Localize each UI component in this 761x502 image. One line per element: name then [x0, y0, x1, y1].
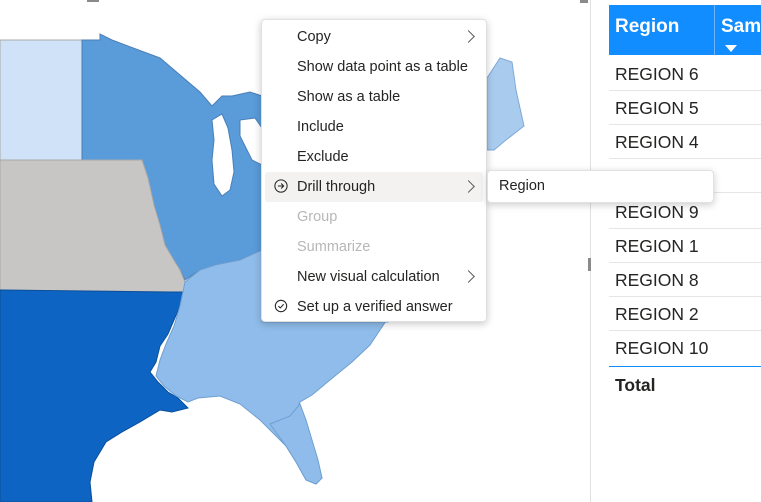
menu-item-label: Group	[297, 209, 338, 225]
map-resize-handle-corner[interactable]	[580, 0, 588, 3]
menu-item-group: Group	[265, 202, 483, 232]
total-label: Total	[615, 375, 656, 395]
region-cell: REGION 8	[615, 270, 699, 290]
check-circle-icon	[274, 299, 288, 313]
menu-item-label: Show as a table	[297, 89, 401, 105]
table-total-row: Total	[609, 366, 761, 403]
menu-item-label: New visual calculation	[297, 269, 440, 285]
table-row[interactable]: REGION 4	[609, 125, 761, 159]
menu-item-include[interactable]: Include	[265, 112, 483, 142]
menu-item-summarize: Summarize	[265, 232, 483, 262]
menu-item-show-data-point-as-table[interactable]: Show data point as a table	[265, 52, 483, 82]
menu-item-show-as-table[interactable]: Show as a table	[265, 82, 483, 112]
table-header: Region Sam	[609, 5, 761, 55]
table-visual[interactable]: Region Sam REGION 6 REGION 5 REGION 4 RE…	[609, 0, 761, 502]
region-cell: REGION 2	[615, 304, 699, 324]
region-cell: REGION 6	[615, 64, 699, 84]
context-menu: Copy Show data point as a table Show as …	[261, 19, 487, 322]
column-header-sample[interactable]: Sam	[714, 5, 761, 55]
chevron-right-icon	[462, 180, 475, 193]
map-state-arkansas-texas-louisiana[interactable]	[0, 289, 189, 502]
menu-item-label: Drill through	[297, 179, 376, 195]
map-resize-handle-right[interactable]	[588, 258, 591, 271]
column-header-region[interactable]: Region	[609, 5, 714, 55]
table-row[interactable]: REGION 5	[609, 91, 761, 125]
table-row[interactable]: REGION 1	[609, 229, 761, 263]
table-row[interactable]: REGION 8	[609, 263, 761, 297]
table-row[interactable]: REGION 6	[609, 57, 761, 91]
menu-item-label: Exclude	[297, 149, 349, 165]
region-cell: REGION 5	[615, 98, 699, 118]
menu-item-label: Show data point as a table	[297, 59, 468, 75]
menu-item-new-visual-calculation[interactable]: New visual calculation	[265, 262, 483, 292]
menu-item-label: Copy	[297, 29, 331, 45]
map-resize-handle-top[interactable]	[87, 0, 99, 2]
drill-through-submenu: Region	[487, 170, 714, 203]
menu-item-label: Set up a verified answer	[297, 299, 453, 315]
menu-item-exclude[interactable]: Exclude	[265, 142, 483, 172]
drill-through-icon	[274, 179, 288, 193]
menu-item-drill-through[interactable]: Drill through	[265, 172, 483, 202]
sort-desc-icon[interactable]	[725, 45, 737, 52]
table-row[interactable]: REGION 10	[609, 331, 761, 365]
submenu-item-region[interactable]: Region	[499, 171, 545, 202]
region-cell: REGION 1	[615, 236, 699, 256]
map-state-maine[interactable]	[486, 57, 525, 151]
chevron-right-icon	[462, 270, 475, 283]
chevron-right-icon	[462, 30, 475, 43]
menu-item-copy[interactable]: Copy	[265, 22, 483, 52]
region-cell: REGION 10	[615, 338, 709, 358]
table-row[interactable]: REGION 2	[609, 297, 761, 331]
region-cell: REGION 4	[615, 132, 699, 152]
menu-item-label: Summarize	[297, 239, 371, 255]
menu-item-set-up-verified-answer[interactable]: Set up a verified answer	[265, 292, 483, 322]
map-state-minnesota[interactable]	[0, 39, 83, 161]
menu-item-label: Include	[297, 119, 344, 135]
